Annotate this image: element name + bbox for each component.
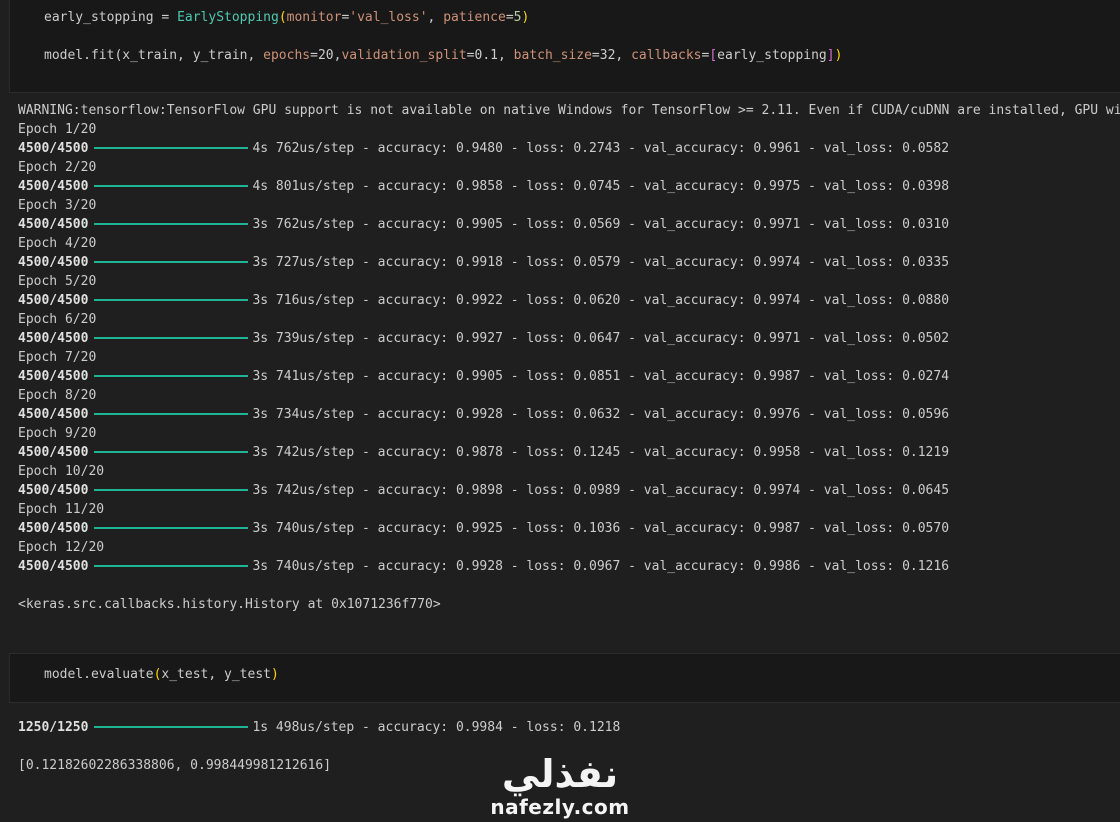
epoch-progress-line: 4500/4500 3s 734us/step - accuracy: 0.992… bbox=[18, 406, 949, 424]
epoch-progress-line: 4500/4500 3s 716us/step - accuracy: 0.992… bbox=[18, 292, 949, 310]
epoch-steps: 4500/4500 bbox=[18, 559, 89, 574]
evaluate-result: [0.12182602286338806, 0.998449981212616] bbox=[18, 758, 332, 773]
epoch-progress-bar bbox=[94, 374, 249, 377]
epoch-steps: 4500/4500 bbox=[18, 521, 89, 536]
epoch-label: Epoch 1/20 bbox=[18, 122, 97, 137]
epoch-metrics: 4s 762us/step - accuracy: 0.9480 - loss:… bbox=[252, 141, 950, 156]
evaluate-metrics: 1s 498us/step - accuracy: 0.9984 - loss:… bbox=[252, 720, 621, 735]
epoch-progress-line: 4500/4500 3s 742us/step - accuracy: 0.987… bbox=[18, 444, 949, 462]
code-line-evaluate: model.evaluate(x_test, y_test) bbox=[44, 667, 279, 682]
epoch-progress-bar bbox=[94, 222, 249, 225]
code-cell-1[interactable]: early_stopping = EarlyStopping(monitor='… bbox=[9, 0, 1120, 93]
epoch-progress-line: 4500/4500 3s 742us/step - accuracy: 0.989… bbox=[18, 482, 949, 500]
epoch-progress-line: 4500/4500 4s 801us/step - accuracy: 0.985… bbox=[18, 178, 949, 196]
epoch-metrics: 4s 801us/step - accuracy: 0.9858 - loss:… bbox=[252, 179, 950, 194]
epoch-steps: 4500/4500 bbox=[18, 445, 89, 460]
epoch-progress-bar bbox=[94, 564, 249, 567]
epoch-steps: 4500/4500 bbox=[18, 141, 89, 156]
warning-text: WARNING:tensorflow:TensorFlow GPU suppor… bbox=[18, 103, 1120, 118]
epoch-progress-bar bbox=[94, 146, 249, 149]
epoch-steps: 4500/4500 bbox=[18, 293, 89, 308]
epoch-steps: 4500/4500 bbox=[18, 483, 89, 498]
code-cell-2[interactable]: model.evaluate(x_test, y_test) bbox=[9, 653, 1120, 703]
epoch-label: Epoch 8/20 bbox=[18, 388, 97, 403]
code-line-early-stopping: early_stopping = EarlyStopping(monitor='… bbox=[44, 10, 530, 25]
epoch-metrics: 3s 734us/step - accuracy: 0.9928 - loss:… bbox=[252, 407, 950, 422]
epoch-label: Epoch 7/20 bbox=[18, 350, 97, 365]
epoch-progress-bar bbox=[94, 336, 249, 339]
epoch-label: Epoch 4/20 bbox=[18, 236, 97, 251]
epoch-progress-line: 4500/4500 3s 740us/step - accuracy: 0.992… bbox=[18, 558, 949, 576]
epoch-label: Epoch 11/20 bbox=[18, 502, 105, 517]
evaluate-progress-bar bbox=[94, 725, 249, 728]
code-line-model-fit: model.fit(x_train, y_train, epochs=20,va… bbox=[44, 48, 843, 63]
epoch-metrics: 3s 739us/step - accuracy: 0.9927 - loss:… bbox=[252, 331, 950, 346]
epoch-label: Epoch 5/20 bbox=[18, 274, 97, 289]
epoch-progress-line: 4500/4500 3s 762us/step - accuracy: 0.990… bbox=[18, 216, 949, 234]
logo-domain-text: nafezly.com bbox=[490, 795, 630, 819]
nafezly-logo: نفذلي nafezly.com bbox=[490, 752, 630, 822]
epoch-steps: 4500/4500 bbox=[18, 217, 89, 232]
epoch-progress-bar bbox=[94, 412, 249, 415]
evaluate-steps: 1250/1250 bbox=[18, 720, 89, 735]
epoch-progress-line: 4500/4500 3s 727us/step - accuracy: 0.991… bbox=[18, 254, 949, 272]
epoch-progress-bar bbox=[94, 488, 249, 491]
epoch-steps: 4500/4500 bbox=[18, 407, 89, 422]
epoch-label: Epoch 12/20 bbox=[18, 540, 105, 555]
epoch-progress-bar bbox=[94, 298, 249, 301]
epoch-metrics: 3s 727us/step - accuracy: 0.9918 - loss:… bbox=[252, 255, 950, 270]
epoch-progress-bar bbox=[94, 450, 249, 453]
epoch-progress-bar bbox=[94, 526, 249, 529]
epoch-label: Epoch 2/20 bbox=[18, 160, 97, 175]
epoch-metrics: 3s 716us/step - accuracy: 0.9922 - loss:… bbox=[252, 293, 950, 308]
history-result: <keras.src.callbacks.history.History at … bbox=[18, 597, 441, 612]
epoch-steps: 4500/4500 bbox=[18, 331, 89, 346]
logo-arabic-text: نفذلي bbox=[501, 752, 619, 796]
epoch-label: Epoch 6/20 bbox=[18, 312, 97, 327]
epoch-label: Epoch 3/20 bbox=[18, 198, 97, 213]
epoch-progress-line: 4500/4500 4s 762us/step - accuracy: 0.948… bbox=[18, 140, 949, 158]
epoch-label: Epoch 10/20 bbox=[18, 464, 105, 479]
epoch-metrics: 3s 741us/step - accuracy: 0.9905 - loss:… bbox=[252, 369, 950, 384]
epoch-metrics: 3s 740us/step - accuracy: 0.9928 - loss:… bbox=[252, 559, 950, 574]
epoch-metrics: 3s 742us/step - accuracy: 0.9878 - loss:… bbox=[252, 445, 950, 460]
epoch-steps: 4500/4500 bbox=[18, 369, 89, 384]
epoch-progress-bar bbox=[94, 260, 249, 263]
epoch-label: Epoch 9/20 bbox=[18, 426, 97, 441]
evaluate-progress-line: 1250/1250 1s 498us/step - accuracy: 0.998… bbox=[18, 719, 620, 737]
epoch-metrics: 3s 740us/step - accuracy: 0.9925 - loss:… bbox=[252, 521, 950, 536]
epoch-progress-line: 4500/4500 3s 739us/step - accuracy: 0.992… bbox=[18, 330, 949, 348]
epoch-metrics: 3s 742us/step - accuracy: 0.9898 - loss:… bbox=[252, 483, 950, 498]
epoch-progress-bar bbox=[94, 184, 249, 187]
epoch-progress-line: 4500/4500 3s 741us/step - accuracy: 0.990… bbox=[18, 368, 949, 386]
epoch-steps: 4500/4500 bbox=[18, 255, 89, 270]
epoch-metrics: 3s 762us/step - accuracy: 0.9905 - loss:… bbox=[252, 217, 950, 232]
epoch-steps: 4500/4500 bbox=[18, 179, 89, 194]
epoch-progress-line: 4500/4500 3s 740us/step - accuracy: 0.992… bbox=[18, 520, 949, 538]
